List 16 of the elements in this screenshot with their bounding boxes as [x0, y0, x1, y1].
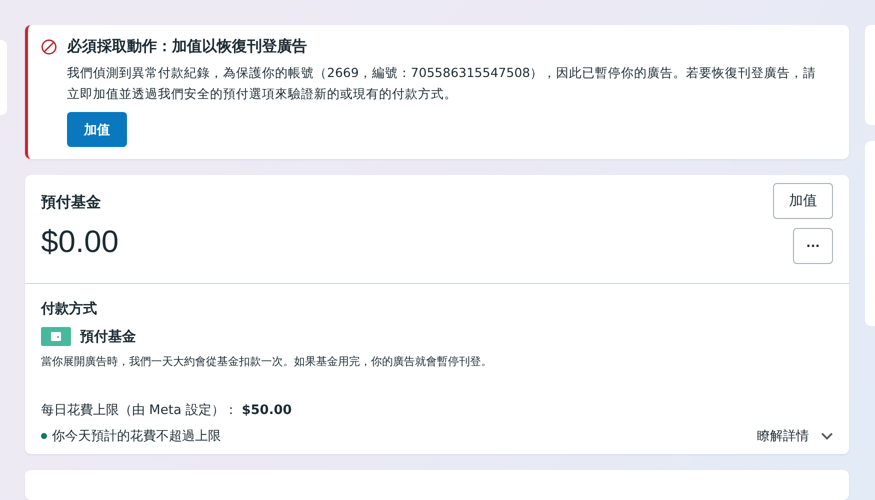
- alert-title: 必須採取動作：加值以恢復刊登廣告: [67, 37, 307, 56]
- section-title: 預付基金: [41, 193, 102, 212]
- payment-method-name: 預付基金: [80, 328, 136, 346]
- balance-amount: $0.00: [41, 224, 119, 260]
- wallet-icon: [41, 327, 71, 346]
- alert-message: 我們偵測到異常付款紀錄，為保護你的帳號（2669，編號：705586315547508），因此已暫停你的廣告。若要恢復刊登廣告，請立即加值並透過我們安全的預付選項來驗證新的或現有的付款方式。: [67, 64, 818, 103]
- warning-icon: [41, 38, 57, 54]
- section-title: 付款方式: [41, 300, 98, 318]
- description-text: 當你展開廣告時，我們一天大約會從基金扣款一次。如果基金用完，你的廣告就會暫停刊登。: [41, 354, 493, 369]
- learn-more-toggle[interactable]: 瞭解詳情: [757, 427, 833, 445]
- add-funds-button[interactable]: 加值: [67, 112, 127, 147]
- spending-limit-text: 每日花費上限（由 Meta 設定）： $50.00: [41, 402, 293, 419]
- chevron-icon: [821, 432, 833, 440]
- status-text: 你今天預計的花費不超過上限: [52, 428, 221, 445]
- add-funds-button[interactable]: 加值: [773, 183, 833, 219]
- more-button[interactable]: ···: [793, 228, 833, 264]
